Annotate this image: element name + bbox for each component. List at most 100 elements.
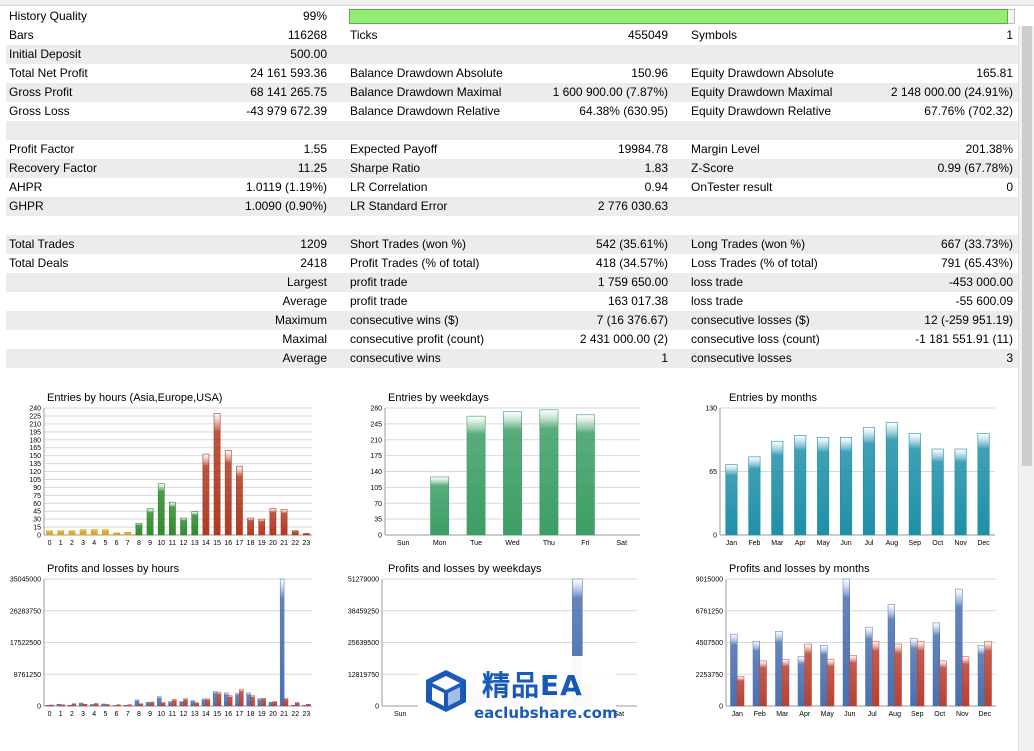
history-quality-bar: [349, 9, 1008, 24]
x-tick-label: 0: [48, 711, 52, 718]
profit-bar: [820, 645, 828, 707]
bar: [236, 465, 243, 536]
x-tick-label: 23: [303, 540, 311, 547]
bar: [258, 518, 266, 536]
x-tick-label: May: [821, 711, 835, 718]
y-tick-label: 38459250: [348, 608, 379, 615]
bar: [908, 433, 921, 536]
x-tick-label: 12: [180, 711, 188, 718]
bar: [102, 529, 109, 536]
x-tick-label: 19: [258, 540, 266, 547]
strategy-tester-report: History Quality 99% Bars 116268 Ticks 45504…: [0, 0, 1034, 751]
loss-bar: [194, 702, 199, 707]
profit-bar: [977, 645, 985, 707]
report-row: Recovery Factor 11.25 Sharpe Ratio 1.83 Z-Sc…: [6, 159, 1018, 178]
metric-value: 150.96: [631, 66, 668, 80]
y-tick-label: 140: [370, 469, 382, 476]
profit-bar: [257, 698, 263, 707]
loss-bar: [917, 640, 925, 707]
metric-value: Largest: [286, 275, 327, 289]
metric-value: 1: [1006, 28, 1013, 42]
y-tick-label: 180: [29, 437, 41, 444]
bar: [135, 523, 143, 536]
x-tick-label: 13: [191, 540, 199, 547]
profit-bar: [123, 704, 129, 707]
bar: [503, 411, 522, 536]
x-tick-label: 12: [180, 540, 188, 547]
chart-title: Entries by hours (Asia,Europe,USA): [47, 392, 222, 404]
metric-value: 0.99 (67.78%): [937, 161, 1013, 175]
bar: [977, 433, 990, 536]
profit-bar: [268, 701, 274, 707]
x-tick-label: 14: [202, 540, 210, 547]
metric-value: 455049: [627, 28, 668, 42]
bar: [539, 409, 559, 536]
scrollbar-thumb[interactable]: [1022, 26, 1032, 466]
bar: [771, 440, 784, 536]
loss-bar: [849, 655, 857, 707]
loss-bar: [261, 697, 266, 707]
report-row: Largest profit trade 1 759 650.00 loss trad…: [6, 273, 1018, 292]
profit-bar: [865, 626, 873, 707]
x-tick-label: Jan: [732, 711, 743, 718]
loss-bar: [228, 695, 233, 707]
bar: [46, 530, 53, 536]
watermark: 精品EA eaclubshare.com: [418, 656, 618, 728]
loss-bar: [239, 688, 244, 707]
report-row: Average profit trade 163 017.38 loss trade -…: [6, 292, 1018, 311]
x-tick-label: Feb: [748, 540, 760, 547]
profit-bar: [78, 702, 84, 707]
x-tick-label: 1: [59, 711, 63, 718]
profit-bar: [302, 704, 307, 707]
chart-title: Profits and losses by weekdays: [388, 563, 542, 575]
chart-entries-by-weekdays: Entries by weekdays 0 35 70 105 140 175 210 245 2…: [355, 390, 665, 555]
x-tick-label: 14: [202, 711, 210, 718]
y-tick-label: 240: [29, 406, 41, 413]
metric-value: Maximal: [282, 332, 327, 346]
bar: [291, 530, 299, 536]
report-row: Total Deals 2418 Profit Trades (% of total…: [6, 254, 1018, 273]
x-tick-label: 8: [137, 540, 141, 547]
y-tick-label: 195: [29, 429, 41, 436]
x-tick-label: 5: [103, 540, 107, 547]
metric-value: 2 431 000.00 (2): [579, 332, 668, 346]
profit-bar: [955, 588, 963, 707]
profit-bar: [291, 704, 296, 707]
bar: [113, 532, 120, 536]
y-tick-label: 225: [29, 413, 41, 420]
loss-bar: [962, 656, 970, 707]
chart-profits-losses-by-months: Profits and losses by months 0 2253750 4507…: [686, 561, 1006, 726]
metric-value: 24 161 593.36: [250, 66, 327, 80]
x-tick-label: Fri: [581, 540, 590, 547]
y-tick-label: 8761250: [14, 672, 41, 679]
report-row: Initial Deposit 500.00: [6, 45, 1018, 64]
loss-bar: [60, 704, 65, 707]
metric-value: 7 (16 376.67): [596, 313, 668, 327]
profit-bar: [56, 703, 62, 707]
y-tick-label: 245: [370, 421, 382, 428]
y-tick-label: 0: [375, 704, 379, 711]
loss-bar: [82, 703, 88, 707]
x-tick-label: 19: [258, 711, 266, 718]
bar: [68, 530, 76, 536]
history-quality-row: History Quality 99%: [6, 7, 1018, 26]
profit-bar: [45, 704, 50, 707]
y-tick-label: 175: [370, 453, 382, 460]
window-top-border: [0, 0, 1034, 6]
bar: [90, 529, 98, 536]
x-tick-label: 3: [81, 540, 85, 547]
bar: [202, 453, 210, 536]
metric-value: 12 (-259 951.19): [924, 313, 1013, 327]
bar: [124, 532, 132, 536]
metric-value: 1.0090 (0.90%): [244, 199, 327, 213]
x-tick-label: 9: [148, 711, 152, 718]
chart-title: Entries by months: [729, 392, 818, 404]
y-tick-label: 12819750: [348, 672, 379, 679]
vertical-scrollbar[interactable]: [1018, 26, 1034, 751]
profit-bar: [246, 692, 251, 707]
x-tick-label: Sat: [617, 540, 628, 547]
bar: [303, 533, 310, 536]
x-tick-label: 18: [247, 711, 255, 718]
y-tick-label: 210: [370, 437, 382, 444]
x-tick-label: 3: [81, 711, 85, 718]
